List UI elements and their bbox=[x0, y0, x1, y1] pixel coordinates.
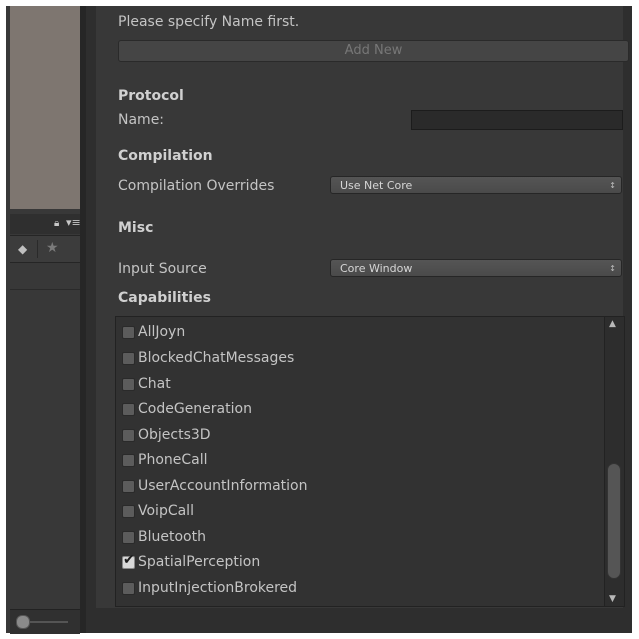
label-filter-bar: ◆ ★ bbox=[10, 235, 80, 263]
capability-item-chat[interactable]: Chat bbox=[122, 373, 171, 395]
protocol-name-label: Name: bbox=[118, 112, 165, 128]
zoom-slider[interactable] bbox=[10, 609, 80, 634]
checkmark-icon: ✔ bbox=[123, 551, 135, 568]
protocol-header: Protocol bbox=[118, 88, 184, 104]
capability-item-objects3d[interactable]: Objects3D bbox=[122, 424, 211, 446]
asset-list bbox=[10, 289, 80, 610]
editor-window: 🔒︎ ▾≡ ◆ ★ Please specify Name first. Add… bbox=[6, 6, 632, 634]
checkbox[interactable] bbox=[122, 504, 135, 518]
scroll-up-arrow-icon[interactable]: ▲ bbox=[609, 319, 616, 329]
compilation-overrides-value: Use Net Core bbox=[340, 179, 413, 192]
checkbox[interactable] bbox=[122, 377, 135, 391]
asset-preview bbox=[10, 6, 80, 209]
input-source-value: Core Window bbox=[340, 262, 413, 275]
dropdown-arrow-icon: ↕ bbox=[609, 264, 616, 273]
capability-item-inputinjectionbrokered[interactable]: InputInjectionBrokered bbox=[122, 577, 297, 599]
checkbox[interactable] bbox=[122, 530, 135, 544]
compilation-overrides-label: Compilation Overrides bbox=[118, 178, 275, 194]
star-icon[interactable]: ★ bbox=[37, 240, 59, 258]
checkbox[interactable] bbox=[122, 581, 135, 595]
capabilities-list[interactable]: AllJoyn BlockedChatMessages Chat CodeGen… bbox=[115, 316, 625, 607]
checkbox[interactable] bbox=[122, 351, 135, 365]
project-panel: 🔒︎ ▾≡ ◆ ★ bbox=[6, 6, 81, 634]
checkbox[interactable] bbox=[122, 453, 135, 467]
slider-knob[interactable] bbox=[16, 615, 30, 629]
checkbox[interactable] bbox=[122, 479, 135, 493]
scroll-down-arrow-icon[interactable]: ▼ bbox=[609, 594, 616, 604]
menu-icon[interactable]: ▾≡ bbox=[66, 217, 81, 229]
scrollbar-thumb[interactable] bbox=[607, 463, 621, 579]
compilation-header: Compilation bbox=[118, 148, 213, 164]
capability-item-bluetooth[interactable]: Bluetooth bbox=[122, 526, 206, 548]
tag-icon[interactable]: ◆ bbox=[18, 242, 27, 256]
panel-toolbar: 🔒︎ ▾≡ bbox=[10, 214, 81, 234]
add-new-button[interactable]: Add New bbox=[118, 40, 629, 62]
checkbox-checked[interactable]: ✔ bbox=[122, 552, 135, 569]
capability-item-blockedchatmessages[interactable]: BlockedChatMessages bbox=[122, 347, 294, 369]
capabilities-scrollbar[interactable]: ▲ ▼ bbox=[604, 317, 624, 606]
inspector-panel: Please specify Name first. Add New Proto… bbox=[86, 6, 632, 633]
player-settings-panel: Please specify Name first. Add New Proto… bbox=[96, 6, 629, 608]
checkbox[interactable] bbox=[122, 402, 135, 416]
checkbox[interactable] bbox=[122, 325, 135, 339]
capability-item-spatialperception[interactable]: ✔ SpatialPerception bbox=[122, 551, 260, 573]
lock-icon[interactable]: 🔒︎ bbox=[54, 218, 59, 230]
protocol-name-field[interactable] bbox=[411, 110, 623, 130]
input-source-label: Input Source bbox=[118, 261, 207, 277]
compilation-overrides-dropdown[interactable]: Use Net Core ↕ bbox=[330, 176, 622, 194]
dropdown-arrow-icon: ↕ bbox=[609, 181, 616, 190]
input-source-dropdown[interactable]: Core Window ↕ bbox=[330, 259, 622, 277]
name-required-notice: Please specify Name first. bbox=[118, 14, 300, 30]
capability-item-codegeneration[interactable]: CodeGeneration bbox=[122, 398, 252, 420]
capability-item-voipcall[interactable]: VoipCall bbox=[122, 500, 194, 522]
misc-header: Misc bbox=[118, 220, 154, 236]
checkbox[interactable] bbox=[122, 428, 135, 442]
capability-item-useraccountinformation[interactable]: UserAccountInformation bbox=[122, 475, 307, 497]
capability-item-phonecall[interactable]: PhoneCall bbox=[122, 449, 208, 471]
capabilities-header: Capabilities bbox=[118, 290, 211, 306]
capability-item-alljoyn[interactable]: AllJoyn bbox=[122, 321, 185, 343]
